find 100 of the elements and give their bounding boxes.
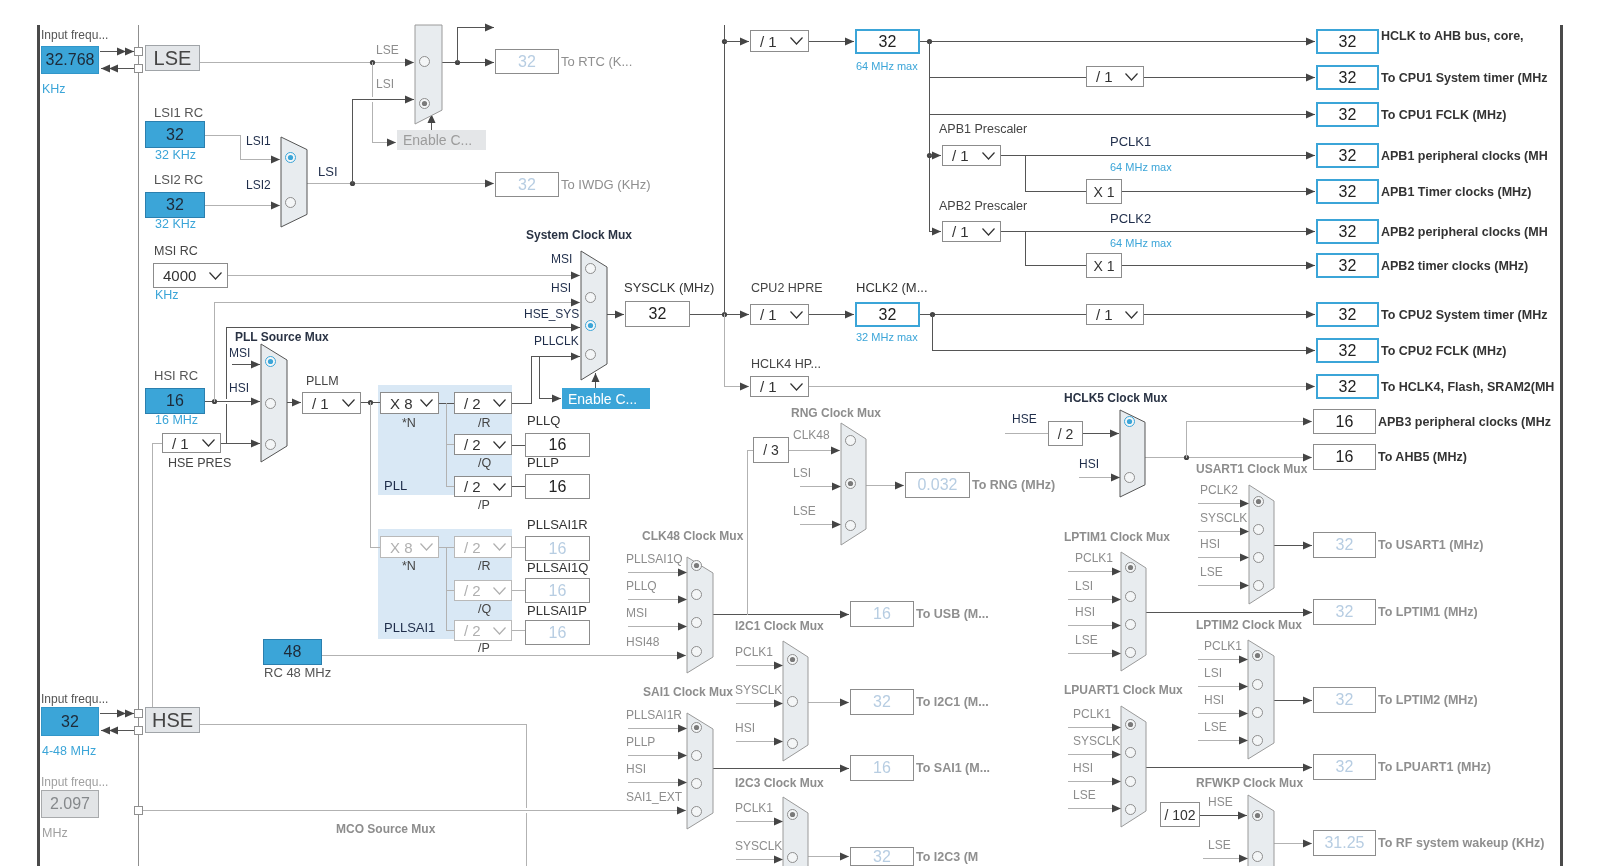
- radio-button[interactable]: [691, 778, 702, 789]
- radio-button[interactable]: [1125, 804, 1136, 815]
- output-label: APB1 Timer clocks (MHz): [1381, 184, 1532, 199]
- radio-button[interactable]: [265, 356, 276, 367]
- mux-input-label: LSE: [1200, 565, 1223, 579]
- radio-button[interactable]: [1253, 524, 1264, 535]
- radio-button[interactable]: [265, 398, 276, 409]
- prescaler-dropdown[interactable]: / 2: [454, 476, 512, 497]
- prescaler-dropdown[interactable]: / 1: [750, 304, 809, 325]
- radio-button[interactable]: [419, 56, 430, 67]
- prescaler-dropdown[interactable]: / 1: [162, 433, 221, 453]
- radio-button[interactable]: [1253, 580, 1264, 591]
- frequency-field[interactable]: 16: [1313, 409, 1376, 434]
- radio-button[interactable]: [691, 806, 702, 817]
- radio-button[interactable]: [1125, 647, 1136, 658]
- radio-button[interactable]: [1124, 472, 1135, 483]
- frequency-field[interactable]: 32: [1316, 65, 1379, 90]
- clock-wire: [628, 622, 687, 631]
- radio-button[interactable]: [1252, 650, 1263, 661]
- radio-button[interactable]: [285, 152, 296, 163]
- radio-button[interactable]: [1252, 707, 1263, 718]
- radio-button[interactable]: [787, 738, 798, 749]
- radio-button[interactable]: [585, 263, 596, 274]
- radio-button[interactable]: [1125, 747, 1136, 758]
- frequency-field[interactable]: 32: [1316, 253, 1379, 278]
- signal-label: PLL: [384, 479, 408, 493]
- radio-button[interactable]: [1252, 851, 1263, 862]
- radio-button[interactable]: [691, 560, 702, 571]
- radio-button[interactable]: [691, 617, 702, 628]
- radio-button[interactable]: [1252, 679, 1263, 690]
- chevron-down-icon: [493, 626, 506, 635]
- oscillator-block: LSE: [145, 45, 200, 71]
- radio-button[interactable]: [787, 696, 798, 707]
- signal-label: PLLSAI1: [384, 621, 436, 635]
- radio-button[interactable]: [1125, 719, 1136, 730]
- output-label: To CPU1 FCLK (MHz): [1381, 107, 1507, 122]
- mux-title: I2C1 Clock Mux: [735, 619, 824, 633]
- clock-wire: [1068, 567, 1121, 576]
- radio-button[interactable]: [585, 320, 596, 331]
- output-label: APB2 timer clocks (MHz): [1381, 258, 1529, 273]
- prescaler-dropdown[interactable]: / 1: [1086, 304, 1144, 325]
- radio-button[interactable]: [285, 197, 296, 208]
- frequency-field[interactable]: 32: [1316, 219, 1379, 244]
- frequency-field[interactable]: 32: [1316, 302, 1379, 327]
- prescaler-dropdown[interactable]: / 1: [750, 376, 809, 397]
- frequency-field[interactable]: 16: [1313, 444, 1376, 470]
- frequency-field[interactable]: 32: [1316, 374, 1379, 399]
- chevron-down-icon: [493, 586, 506, 595]
- unit-label: KHz: [155, 288, 179, 302]
- frequency-field[interactable]: 16: [525, 474, 590, 499]
- radio-button[interactable]: [1125, 776, 1136, 787]
- prescaler-dropdown[interactable]: X 8: [380, 392, 439, 414]
- radio-button[interactable]: [691, 750, 702, 761]
- radio-button[interactable]: [1125, 591, 1136, 602]
- mux-title: LPTIM1 Clock Mux: [1064, 530, 1170, 544]
- max-frequency-note: 64 MHz max: [856, 59, 918, 73]
- radio-button[interactable]: [691, 589, 702, 600]
- radio-button[interactable]: [845, 520, 856, 531]
- prescaler-dropdown[interactable]: 4000: [153, 263, 228, 288]
- radio-button[interactable]: [419, 98, 430, 109]
- frequency-field[interactable]: 32: [1316, 143, 1379, 168]
- radio-button[interactable]: [1125, 562, 1136, 573]
- prescaler-dropdown[interactable]: / 1: [942, 145, 1001, 166]
- frequency-field[interactable]: 32: [855, 29, 920, 54]
- frequency-field[interactable]: 32: [1316, 29, 1379, 54]
- prescaler-dropdown[interactable]: / 1: [302, 392, 361, 414]
- radio-button[interactable]: [1124, 416, 1135, 427]
- radio-button[interactable]: [1252, 735, 1263, 746]
- radio-button[interactable]: [585, 349, 596, 360]
- radio-button[interactable]: [1253, 552, 1264, 563]
- frequency-field[interactable]: 16: [525, 433, 590, 457]
- clock-wire: [1068, 750, 1121, 759]
- radio-button[interactable]: [1125, 619, 1136, 630]
- radio-button[interactable]: [691, 646, 702, 657]
- prescaler-label: /R: [478, 416, 491, 430]
- prescaler-dropdown[interactable]: / 2: [454, 434, 512, 455]
- radio-button[interactable]: [845, 478, 856, 489]
- frequency-input[interactable]: 32: [41, 707, 99, 736]
- frequency-field[interactable]: 32: [855, 302, 920, 327]
- frequency-field[interactable]: 32: [1316, 102, 1379, 127]
- clock-wire: [736, 661, 783, 670]
- frequency-input[interactable]: 32.768: [41, 46, 99, 74]
- prescaler-dropdown[interactable]: / 2: [454, 392, 512, 414]
- radio-button[interactable]: [1252, 810, 1263, 821]
- prescaler-dropdown[interactable]: / 1: [750, 30, 809, 52]
- radio-button[interactable]: [787, 809, 798, 820]
- radio-button[interactable]: [265, 439, 276, 450]
- radio-button[interactable]: [845, 435, 856, 446]
- prescaler-dropdown[interactable]: / 1: [942, 221, 1001, 242]
- radio-button[interactable]: [585, 292, 596, 303]
- prescaler-dropdown[interactable]: / 1: [1086, 66, 1144, 87]
- input-label: Input frequ...: [41, 692, 109, 706]
- radio-button[interactable]: [787, 852, 798, 863]
- mux-input-label: LSE: [1208, 838, 1231, 852]
- radio-button[interactable]: [1253, 496, 1264, 507]
- frequency-field[interactable]: 32: [1316, 338, 1379, 363]
- radio-button[interactable]: [787, 654, 798, 665]
- frequency-field[interactable]: 32: [1316, 179, 1379, 204]
- frequency-field[interactable]: 32: [625, 301, 690, 327]
- radio-button[interactable]: [691, 722, 702, 733]
